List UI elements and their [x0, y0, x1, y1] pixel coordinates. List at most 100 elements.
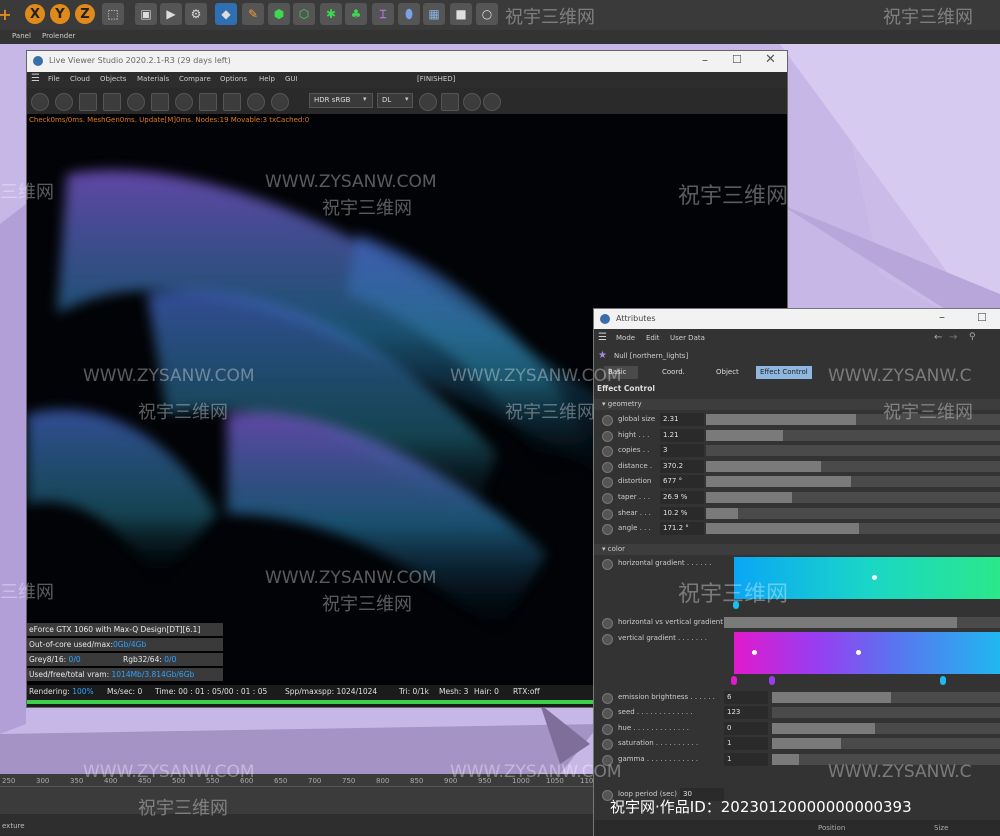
sphere-icon[interactable] [483, 93, 501, 111]
dot-icon[interactable] [419, 93, 437, 111]
gradient-knot[interactable] [752, 650, 757, 655]
back-arrow-icon[interactable]: ← [934, 332, 942, 343]
gradient-stop-handle[interactable] [731, 676, 737, 685]
render-settings-icon[interactable]: ⚙ [185, 3, 207, 25]
param-value[interactable]: 0 [724, 721, 768, 735]
forward-arrow-icon[interactable]: → [949, 332, 957, 343]
pen-icon[interactable]: ✎ [242, 3, 264, 25]
param-value[interactable]: 677 ° [660, 475, 704, 489]
minimize-button[interactable]: – [939, 310, 945, 324]
region-icon[interactable] [103, 93, 121, 111]
animate-dot-icon[interactable] [602, 430, 613, 442]
param-slider[interactable] [772, 722, 1000, 734]
geometry-section[interactable]: ▾ geometry [594, 399, 1000, 410]
maximize-button[interactable]: ☐ [732, 53, 742, 66]
close-button[interactable]: ✕ [765, 52, 776, 67]
tab-effect-control[interactable]: Effect Control [756, 366, 812, 379]
pick-icon[interactable] [199, 93, 217, 111]
menu-compare[interactable]: Compare [179, 75, 211, 83]
param-slider[interactable] [724, 617, 1000, 628]
save-image-icon[interactable] [271, 93, 289, 111]
animate-dot-icon[interactable] [602, 708, 613, 720]
animate-dot-icon[interactable] [602, 508, 613, 520]
film-icon[interactable] [441, 93, 459, 111]
animate-dot-icon[interactable] [602, 477, 613, 489]
param-slider[interactable] [706, 460, 1000, 472]
camera-icon[interactable]: ■ [450, 3, 472, 25]
param-value[interactable]: 123 [724, 706, 768, 720]
animate-dot-icon[interactable] [602, 461, 613, 473]
param-value[interactable]: 370.2 [660, 459, 704, 473]
lock-icon[interactable] [151, 93, 169, 111]
tab-coord[interactable]: Coord. [658, 366, 689, 379]
param-value[interactable]: 1.21 [660, 428, 704, 442]
param-value[interactable]: 10.2 % [660, 506, 704, 520]
menu-mode[interactable]: Mode [616, 334, 635, 342]
menu-options[interactable]: Options [220, 75, 247, 83]
param-value[interactable]: 6 [724, 691, 768, 704]
clay-icon[interactable] [247, 93, 265, 111]
minimize-button[interactable]: – [702, 53, 708, 67]
subdivide-icon[interactable]: ⬢ [268, 3, 290, 25]
mograph-icon[interactable]: ♣ [345, 3, 367, 25]
param-value[interactable]: 1 [724, 737, 768, 751]
pause-icon[interactable] [79, 93, 97, 111]
param-slider[interactable] [706, 445, 1000, 457]
gradient-knot[interactable] [872, 575, 877, 580]
hamburger-icon[interactable]: ☰ [31, 73, 40, 84]
menu-objects[interactable]: Objects [100, 75, 126, 83]
param-slider[interactable] [706, 523, 1000, 535]
menu-user-data[interactable]: User Data [670, 334, 705, 342]
param-slider[interactable] [706, 492, 1000, 503]
search-icon[interactable]: ⚲ [969, 332, 976, 342]
light-icon[interactable]: ○ [476, 3, 498, 25]
hamburger-icon[interactable]: ☰ [598, 332, 607, 343]
param-value[interactable]: 1 [724, 752, 768, 766]
param-slider[interactable] [772, 707, 1000, 719]
cube-icon[interactable]: ◆ [215, 3, 237, 25]
focus-icon[interactable] [223, 93, 241, 111]
material-icon[interactable] [175, 93, 193, 111]
floor-icon[interactable]: ▦ [423, 3, 445, 25]
param-value[interactable]: 2.31 [660, 413, 704, 426]
x-axis-button[interactable]: X [25, 4, 45, 24]
animate-dot-icon[interactable] [602, 739, 613, 751]
animate-dot-icon[interactable] [602, 754, 613, 766]
menu-materials[interactable]: Materials [137, 75, 169, 83]
y-axis-button[interactable]: Y [50, 4, 70, 24]
animate-dot-icon[interactable] [602, 493, 613, 504]
panel-menu[interactable]: Panel [12, 32, 31, 40]
gradient-stop-handle[interactable] [733, 601, 739, 609]
param-slider[interactable] [772, 753, 1000, 765]
restart-icon[interactable] [55, 93, 73, 111]
animate-dot-icon[interactable] [602, 634, 613, 645]
menu-file[interactable]: File [48, 75, 60, 83]
animate-dot-icon[interactable] [602, 446, 613, 458]
add-icon[interactable]: + [0, 3, 12, 25]
coordinate-system-icon[interactable]: ⬚ [102, 3, 124, 25]
horizontal-gradient-bar[interactable] [734, 557, 1000, 599]
toggle-icon[interactable] [463, 93, 481, 111]
menu-help[interactable]: Help [259, 75, 275, 83]
vertical-gradient-bar[interactable] [734, 632, 1000, 674]
color-section[interactable]: ▾ color [594, 544, 1000, 555]
animate-dot-icon[interactable] [602, 524, 613, 536]
param-slider[interactable] [706, 507, 1000, 519]
param-slider[interactable] [706, 429, 1000, 441]
tab-basic[interactable]: Basic [604, 366, 638, 379]
animate-dot-icon[interactable] [602, 693, 613, 704]
deformer-icon[interactable]: ⌶ [372, 3, 394, 25]
menu-gui[interactable]: GUI [285, 75, 298, 83]
animate-dot-icon[interactable] [602, 618, 613, 629]
render-picture-icon[interactable]: ▶ [160, 3, 182, 25]
effector-icon[interactable]: ✱ [320, 3, 342, 25]
settings-icon[interactable] [31, 93, 49, 111]
menu-cloud[interactable]: Cloud [70, 75, 90, 83]
gradient-stop-handle[interactable] [769, 676, 775, 685]
animate-dot-icon[interactable] [602, 723, 613, 735]
gradient-stop-handle[interactable] [940, 676, 946, 685]
param-value[interactable]: 3 [660, 444, 704, 458]
param-slider[interactable] [706, 414, 1000, 425]
param-slider[interactable] [772, 738, 1000, 750]
array-icon[interactable]: ⬡ [293, 3, 315, 25]
